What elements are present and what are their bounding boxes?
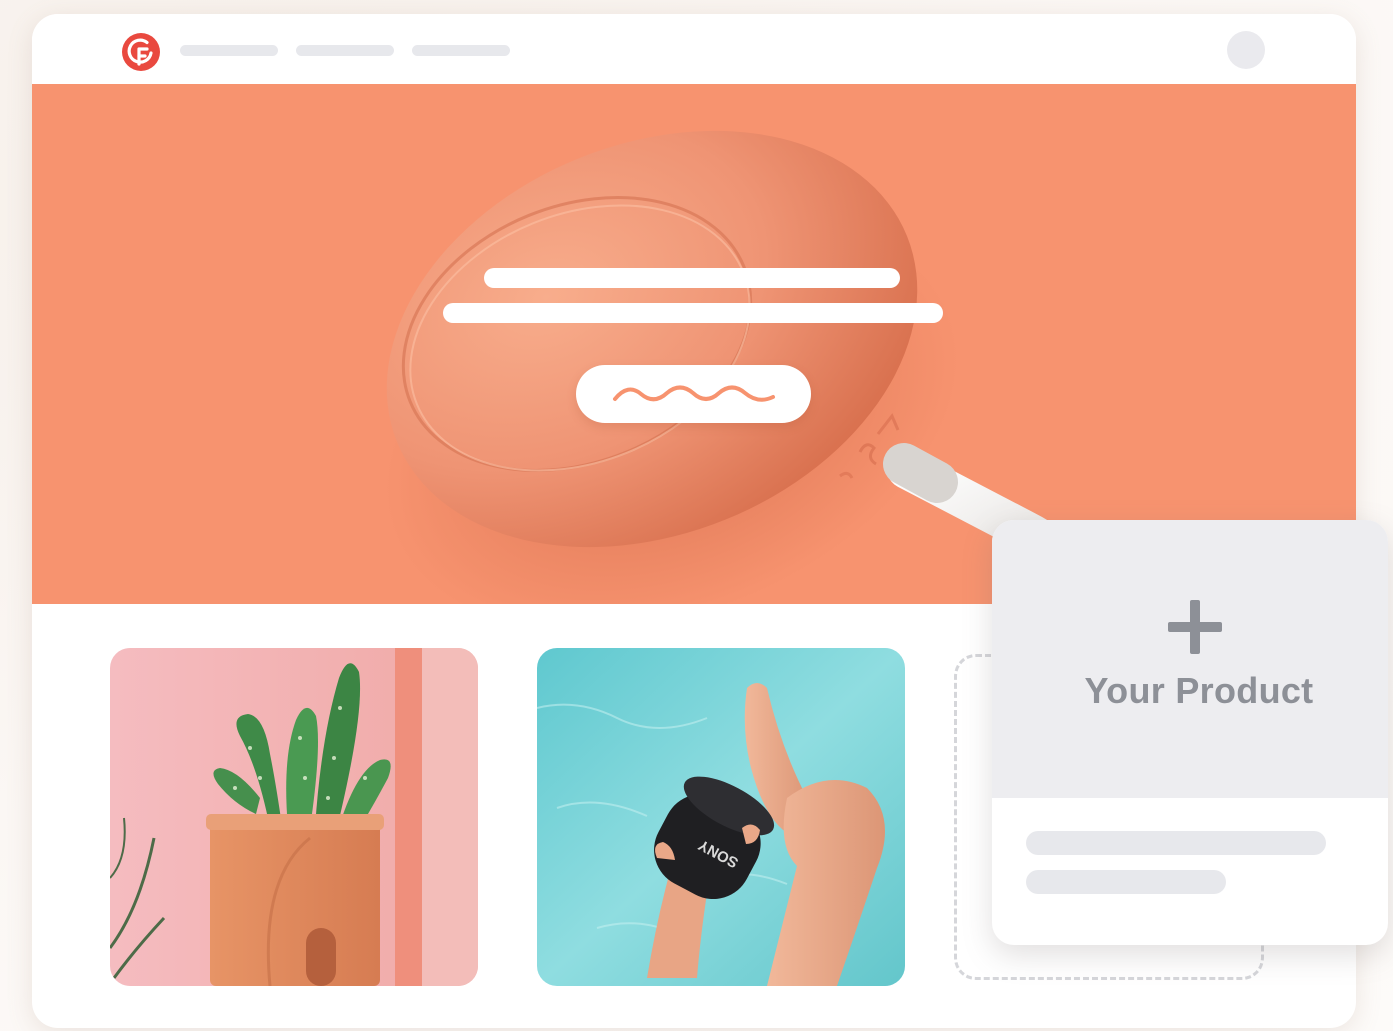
stage: SONY Your Product bbox=[0, 0, 1393, 1031]
squiggle-icon bbox=[613, 385, 775, 402]
user-avatar-icon[interactable] bbox=[1227, 31, 1265, 69]
nav-link-1[interactable] bbox=[180, 45, 278, 56]
card-text-line-2 bbox=[1026, 870, 1226, 894]
product-tile-speaker[interactable]: SONY bbox=[537, 648, 905, 986]
nav-link-3[interactable] bbox=[412, 45, 510, 56]
nav-link-2[interactable] bbox=[296, 45, 394, 56]
hero-cta-button[interactable] bbox=[576, 365, 811, 423]
brand-logo-icon[interactable] bbox=[120, 31, 162, 73]
plus-icon bbox=[1168, 600, 1222, 654]
hero-headline-line-2 bbox=[443, 303, 943, 323]
cactus-product-image bbox=[110, 648, 478, 986]
add-product-card[interactable]: Your Product bbox=[992, 520, 1388, 945]
card-text-line-1 bbox=[1026, 831, 1326, 855]
top-nav bbox=[32, 14, 1356, 84]
hero-headline-line-1 bbox=[484, 268, 900, 288]
add-product-card-header: Your Product bbox=[992, 520, 1388, 798]
your-product-label: Your Product bbox=[1084, 670, 1314, 711]
product-tile-cactus[interactable] bbox=[110, 648, 478, 986]
speaker-product-image: SONY bbox=[537, 648, 905, 986]
